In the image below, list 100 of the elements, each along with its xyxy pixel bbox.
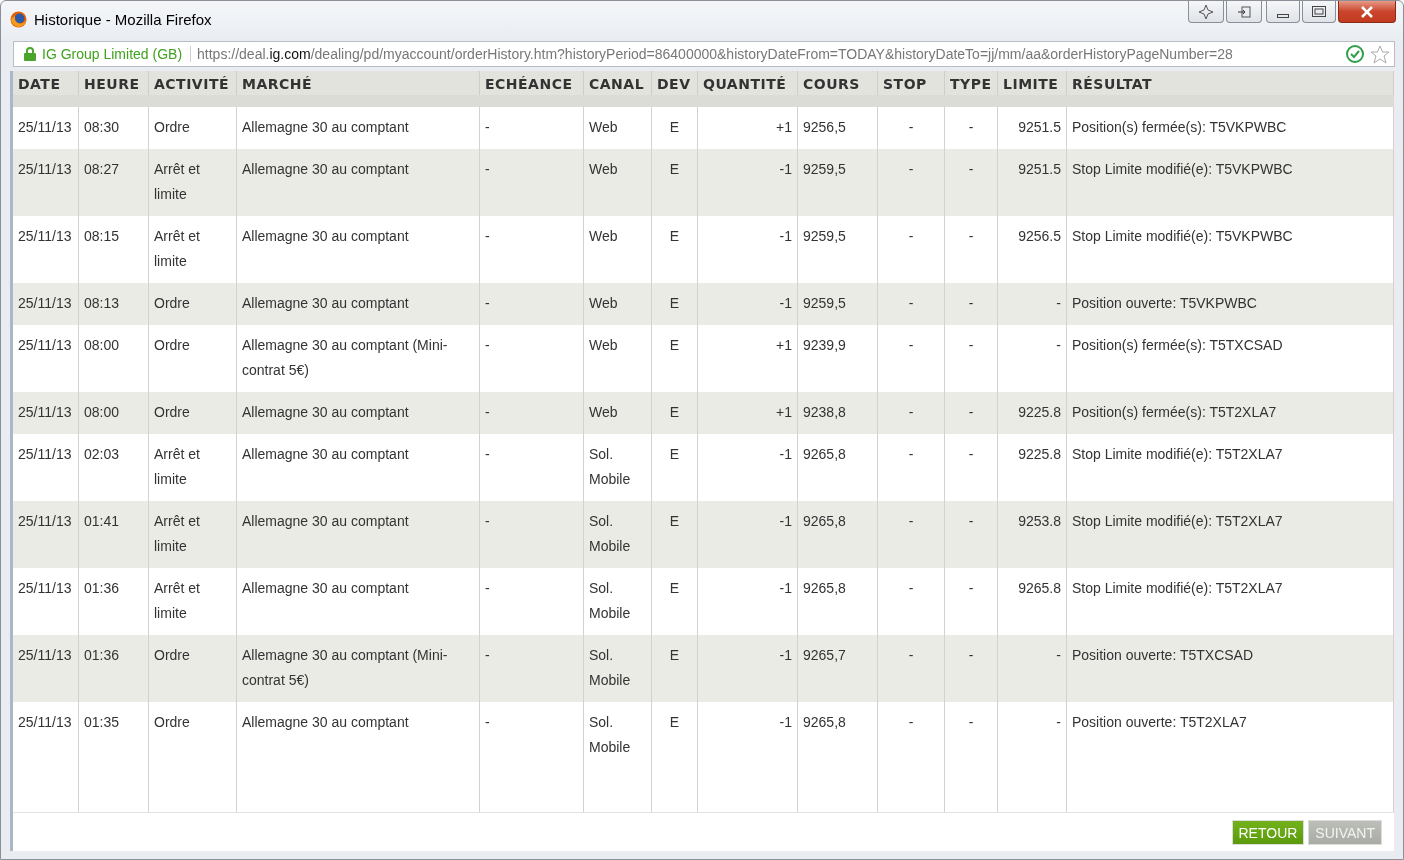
table-cell: +1 (776, 404, 792, 420)
table-cell: - (908, 647, 914, 663)
table-cell: -1 (779, 714, 792, 730)
table-cell: 9259,5 (803, 295, 846, 311)
address-bar[interactable]: IG Group Limited (GB) https://deal.ig.com/dealing/pd/myaccount/orderHistory.htm?historyPeriod=86400000&historyDateFrom=TODAY&historyDateTo=jj/mm/aa&orderHistoryPageNumber=28 (13, 41, 1395, 67)
table-cell: - (485, 513, 490, 529)
table-cell: 02:03 (84, 446, 120, 462)
column-header: MARCHÉ (237, 71, 480, 95)
table-cell: 25/11/13 (18, 404, 72, 420)
table-cell: - (908, 580, 914, 596)
table-cell: Arrêt et limite (154, 580, 200, 621)
column-header: STOP (878, 71, 945, 95)
firefox-logo-icon (10, 10, 27, 28)
table-cell: 9253.8 (1018, 513, 1061, 529)
maximize-icon (1312, 6, 1326, 17)
table-cell: E (669, 714, 680, 730)
column-header: COURS (798, 71, 878, 95)
table-cell: 25/11/13 (18, 647, 72, 663)
table-cell: 25/11/13 (18, 714, 72, 730)
table-cell: Ordre (154, 337, 190, 353)
table-cell: Arrêt et limite (154, 161, 200, 202)
table-cell: Position ouverte: T5TXCSAD (1072, 647, 1254, 663)
table-cell: 9265,8 (803, 714, 846, 730)
table-cell: E (669, 295, 680, 311)
table-cell: Allemagne 30 au comptant (242, 714, 409, 730)
table-cell: 9265,7 (803, 647, 846, 663)
table-cell: Web (589, 161, 618, 177)
table-cell: 25/11/13 (18, 337, 72, 353)
table-cell: +1 (776, 337, 792, 353)
table-cell: Web (589, 228, 618, 244)
table-cell: Stop Limite modifié(e): T5T2XLA7 (1072, 446, 1283, 462)
table-cell: Web (589, 337, 618, 353)
minimize-button[interactable] (1266, 1, 1300, 23)
table-cell: 25/11/13 (18, 161, 72, 177)
minimize-icon (1277, 13, 1289, 18)
table-cell: Ordre (154, 404, 190, 420)
table-cell: Ordre (154, 714, 190, 730)
table-cell: - (908, 446, 914, 462)
table-cell: - (908, 714, 914, 730)
url-text: https://deal.ig.com/dealing/pd/myaccount/orderHistory.htm?historyPeriod=86400000&historyDateFrom=TODAY&historyDateTo=jj/mm/aa&orderHistoryPageNumber=28 (197, 46, 1234, 62)
table-cell: Allemagne 30 au comptant (242, 119, 409, 135)
check-icon (1346, 45, 1364, 63)
column-header: ECHÉANCE (480, 71, 584, 95)
table-cell: Sol. Mobile (589, 513, 631, 554)
table-cell: E (669, 228, 680, 244)
table-cell: Allemagne 30 au comptant (242, 513, 409, 529)
column-header: DATE (13, 71, 79, 95)
table-cell: -1 (779, 161, 792, 177)
table-cell: Sol. Mobile (589, 446, 631, 487)
table-cell: - (908, 404, 914, 420)
column-header: DEV (652, 71, 698, 95)
table-cell: - (908, 161, 914, 177)
table-cell: 9256.5 (1018, 228, 1061, 244)
table-cell: - (1056, 647, 1061, 663)
table-cell: 9259,5 (803, 161, 846, 177)
table-cell: 9259,5 (803, 228, 846, 244)
table-cell: - (968, 446, 974, 462)
table-cell: Stop Limite modifié(e): T5T2XLA7 (1072, 513, 1283, 529)
table-cell: 01:36 (84, 647, 120, 663)
column-header: HEURE (79, 71, 149, 95)
table-cell: -1 (779, 446, 792, 462)
enter-icon (1237, 5, 1251, 18)
table-cell: Allemagne 30 au comptant (242, 295, 409, 311)
table-cell: Ordre (154, 647, 190, 663)
close-button[interactable] (1338, 1, 1396, 23)
table-cell: 08:00 (84, 337, 120, 353)
table-cell: - (485, 580, 490, 596)
compass-button[interactable] (1188, 1, 1224, 23)
table-cell: Stop Limite modifié(e): T5VKPWBC (1072, 161, 1293, 177)
table-cell: Stop Limite modifié(e): T5T2XLA7 (1072, 580, 1283, 596)
table-cell: - (908, 513, 914, 529)
table-cell: E (669, 513, 680, 529)
table-cell: - (485, 404, 490, 420)
table-cell: Allemagne 30 au comptant (Mini-contrat 5€) (242, 337, 448, 378)
table-cell: 9265,8 (803, 513, 846, 529)
table-cell: Position(s) fermée(s): T5T2XLA7 (1072, 404, 1277, 420)
table-cell: Arrêt et limite (154, 513, 200, 554)
table-cell: - (485, 228, 490, 244)
close-icon (1360, 5, 1374, 18)
table-cell: 25/11/13 (18, 580, 72, 596)
table-cell: - (968, 513, 974, 529)
maximize-button[interactable] (1302, 1, 1336, 23)
table-cell: Allemagne 30 au comptant (242, 228, 409, 244)
lock-icon (24, 47, 36, 61)
table-cell: E (669, 580, 680, 596)
table-cell: - (485, 446, 490, 462)
bookmark-star-icon[interactable] (1370, 44, 1390, 64)
table-cell: - (485, 337, 490, 353)
table-cell: 08:27 (84, 161, 120, 177)
table-cell: 25/11/13 (18, 295, 72, 311)
table-cell: Ordre (154, 295, 190, 311)
table-cell: -1 (779, 513, 792, 529)
table-cell: Allemagne 30 au comptant (242, 446, 409, 462)
back-button[interactable]: RETOUR (1231, 820, 1305, 845)
table-cell: +1 (776, 119, 792, 135)
table-cell: Position ouverte: T5T2XLA7 (1072, 714, 1247, 730)
compass-icon (1199, 4, 1213, 19)
table-cell: - (908, 337, 914, 353)
table-cell: - (908, 119, 914, 135)
table-cell: 25/11/13 (18, 119, 72, 135)
